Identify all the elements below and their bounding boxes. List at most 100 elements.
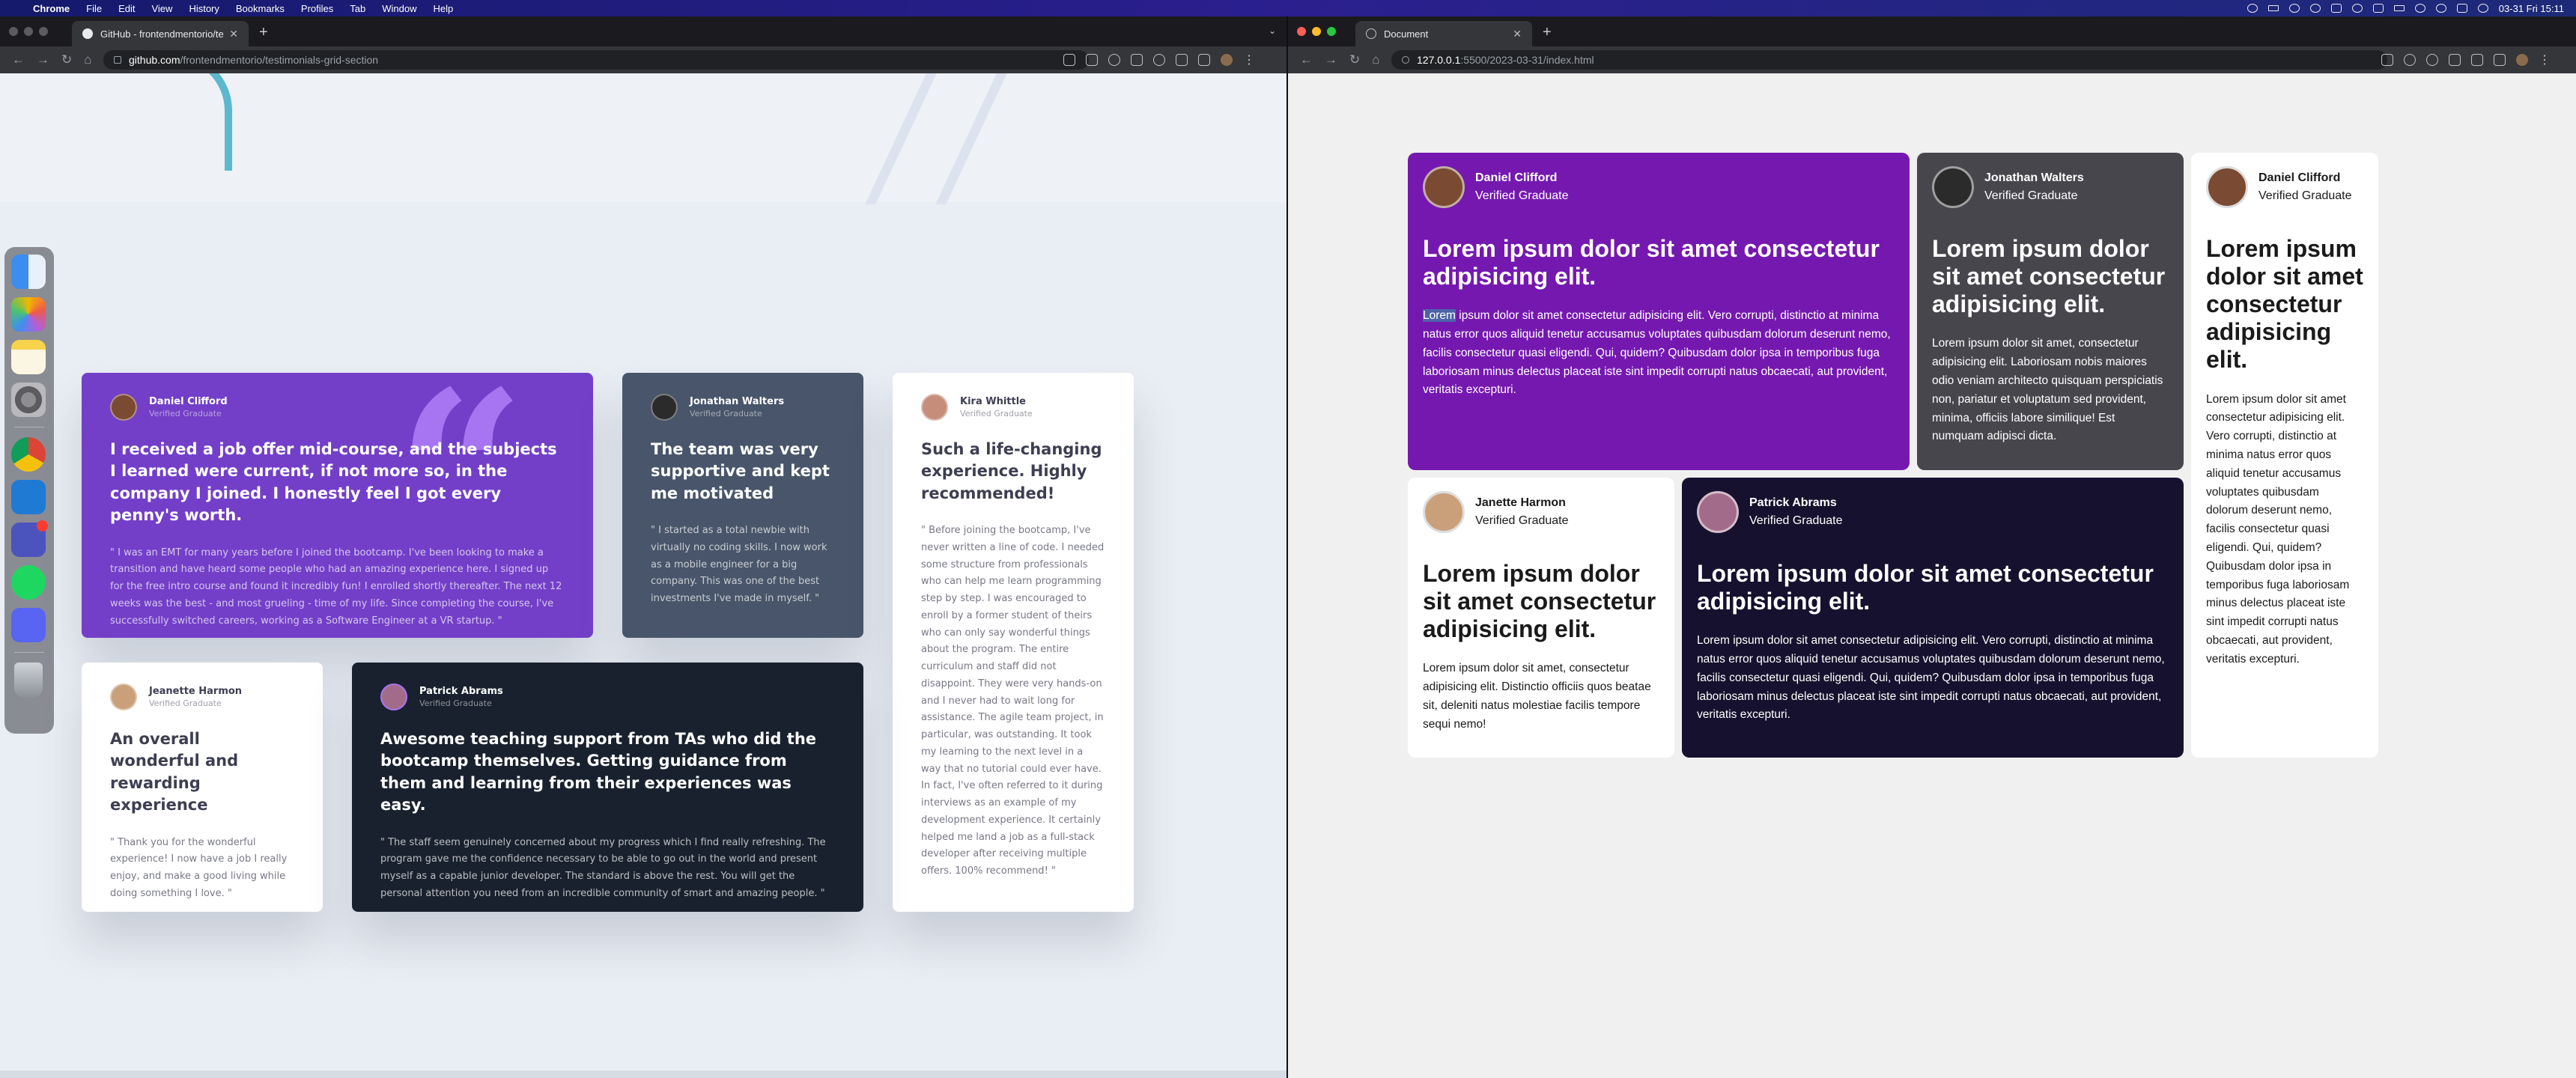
horizontal-scrollbar[interactable] <box>0 1071 1287 1078</box>
tab-search-chevron-icon[interactable]: ⌄ <box>1269 25 1276 36</box>
menu-tab[interactable]: Tab <box>350 3 365 14</box>
bookmark-star-icon[interactable] <box>2404 54 2416 66</box>
extension-2-icon[interactable] <box>2449 54 2461 66</box>
share-icon[interactable] <box>1086 54 1098 66</box>
trash-icon[interactable] <box>14 663 43 697</box>
notes-icon[interactable] <box>11 340 46 374</box>
home-icon[interactable]: ⌂ <box>84 52 91 67</box>
testimonial-body: " I started as a total newbie with virtu… <box>651 525 827 605</box>
teams-icon[interactable] <box>11 520 48 557</box>
url-path: /frontendmentorio/testimonials-grid-sect… <box>180 54 379 66</box>
reload-icon[interactable]: ↻ <box>61 52 72 67</box>
card-header: Kira Whittle Verified Graduate <box>921 394 1105 421</box>
clipboard-icon[interactable] <box>2330 4 2342 13</box>
vscode-icon[interactable] <box>11 480 46 514</box>
home-icon[interactable]: ⌂ <box>1372 52 1379 67</box>
student-card-daniel: Daniel Clifford Verified Graduate Lorem i… <box>1408 153 1910 470</box>
zoom-window-icon[interactable] <box>39 27 48 36</box>
menu-chrome[interactable]: Chrome <box>33 3 70 14</box>
student-card-daniel-tall: Daniel Clifford Verified Graduate Lorem i… <box>2191 153 2378 758</box>
menu-history[interactable]: History <box>189 3 219 14</box>
input-source-icon[interactable] <box>2372 4 2384 13</box>
photos-icon[interactable] <box>11 297 46 332</box>
url-host: 127.0.0.1 <box>1417 54 1461 66</box>
siri-icon[interactable] <box>2477 4 2488 13</box>
design-card-daniel: “ Daniel Clifford Verified Graduate I rec… <box>82 373 593 638</box>
wifi-icon[interactable] <box>2414 4 2425 13</box>
tab-github[interactable]: GitHub - frontendmentorio/te ✕ <box>72 21 249 46</box>
extension-icon[interactable] <box>2426 54 2438 66</box>
address-bar[interactable]: 127.0.0.1:5500/2023-03-31/index.html <box>1391 50 2387 70</box>
url-host: github.com <box>129 54 180 66</box>
design-card-jonathan: Jonathan Walters Verified Graduate The te… <box>622 373 863 638</box>
forward-icon[interactable]: → <box>37 52 49 67</box>
close-tab-icon[interactable]: ✕ <box>1513 28 1522 40</box>
avatar <box>1423 166 1465 208</box>
chrome-menu-icon[interactable]: ⋮ <box>2539 52 2551 67</box>
menu-view[interactable]: View <box>151 3 172 14</box>
menu-bookmarks[interactable]: Bookmarks <box>236 3 285 14</box>
menu-profiles[interactable]: Profiles <box>301 3 333 14</box>
side-panel-icon[interactable] <box>1198 54 1210 66</box>
profile-avatar-icon[interactable] <box>1221 54 1233 66</box>
window-controls <box>9 27 48 36</box>
minimize-window-icon[interactable] <box>1312 27 1321 36</box>
avatar <box>380 683 407 710</box>
sync-icon[interactable] <box>2309 4 2321 13</box>
reload-icon[interactable]: ↻ <box>1349 52 1360 67</box>
bookmark-star-icon[interactable] <box>1108 54 1120 66</box>
avatar <box>110 394 137 421</box>
minimize-window-icon[interactable] <box>24 27 33 36</box>
translate-icon[interactable] <box>1063 54 1075 66</box>
author-role: Verified Graduate <box>1749 514 1843 527</box>
shield-icon[interactable] <box>2351 4 2363 13</box>
menu-file[interactable]: File <box>86 3 102 14</box>
back-icon[interactable]: ← <box>1300 52 1313 67</box>
text-selection[interactable]: Lorem <box>1423 309 1456 323</box>
close-window-icon[interactable] <box>9 27 18 36</box>
side-panel-icon[interactable] <box>2494 54 2506 66</box>
close-tab-icon[interactable]: ✕ <box>229 28 238 40</box>
zoom-window-icon[interactable] <box>1327 27 1336 36</box>
control-center-icon[interactable] <box>2456 4 2467 13</box>
address-bar[interactable]: github.com/frontendmentorio/testimonials… <box>103 50 1089 70</box>
system-settings-icon[interactable] <box>11 383 46 417</box>
card-header: Daniel Clifford Verified Graduate <box>110 394 565 421</box>
back-icon[interactable]: ← <box>12 52 25 67</box>
profile-avatar-icon[interactable] <box>2516 54 2528 66</box>
macos-menubar: Chrome File Edit View History Bookmarks … <box>0 0 2576 16</box>
forward-icon[interactable]: → <box>1325 52 1337 67</box>
keyboard-icon[interactable] <box>2393 5 2405 11</box>
close-window-icon[interactable] <box>1297 27 1306 36</box>
discord-icon[interactable] <box>11 608 46 642</box>
finder-icon[interactable] <box>11 255 46 289</box>
new-tab-icon[interactable]: + <box>1543 24 1552 41</box>
chrome-icon[interactable] <box>11 437 46 472</box>
menu-window[interactable]: Window <box>382 3 416 14</box>
extensions-puzzle-icon[interactable] <box>2471 54 2483 66</box>
extension-icon[interactable] <box>1131 54 1143 66</box>
menu-help[interactable]: Help <box>434 3 454 14</box>
author-role: Verified Graduate <box>1984 189 2078 202</box>
info-icon[interactable] <box>1402 56 1409 64</box>
new-tab-icon[interactable]: + <box>259 24 268 41</box>
menubar-clock[interactable]: 03-31 Fri 15:11 <box>2499 3 2564 14</box>
tab-document[interactable]: Document ✕ <box>1355 21 1532 46</box>
author-name: Daniel Clifford <box>149 396 228 407</box>
globe-favicon-icon <box>1366 28 1376 39</box>
menu-edit[interactable]: Edit <box>118 3 135 14</box>
spotlight-icon[interactable] <box>2435 4 2446 13</box>
camera-icon[interactable] <box>2267 5 2279 11</box>
chrome-menu-icon[interactable]: ⋮ <box>1243 52 1255 67</box>
author-name: Jonathan Walters <box>690 396 785 407</box>
lock-icon[interactable] <box>114 56 121 64</box>
spotify-icon[interactable] <box>11 565 46 600</box>
testimonial-body[interactable]: Lorem ipsum dolor sit amet consectetur a… <box>1423 307 1895 400</box>
extension-2-icon[interactable] <box>1153 54 1165 66</box>
testimonial-headline: Lorem ipsum dolor sit amet consectetur a… <box>1423 560 1656 643</box>
author-name: Jeanette Harmon <box>149 686 243 697</box>
play-icon[interactable] <box>2288 4 2300 13</box>
share-icon[interactable] <box>2381 54 2393 66</box>
cloud-icon[interactable] <box>2247 4 2258 13</box>
extensions-puzzle-icon[interactable] <box>1176 54 1188 66</box>
